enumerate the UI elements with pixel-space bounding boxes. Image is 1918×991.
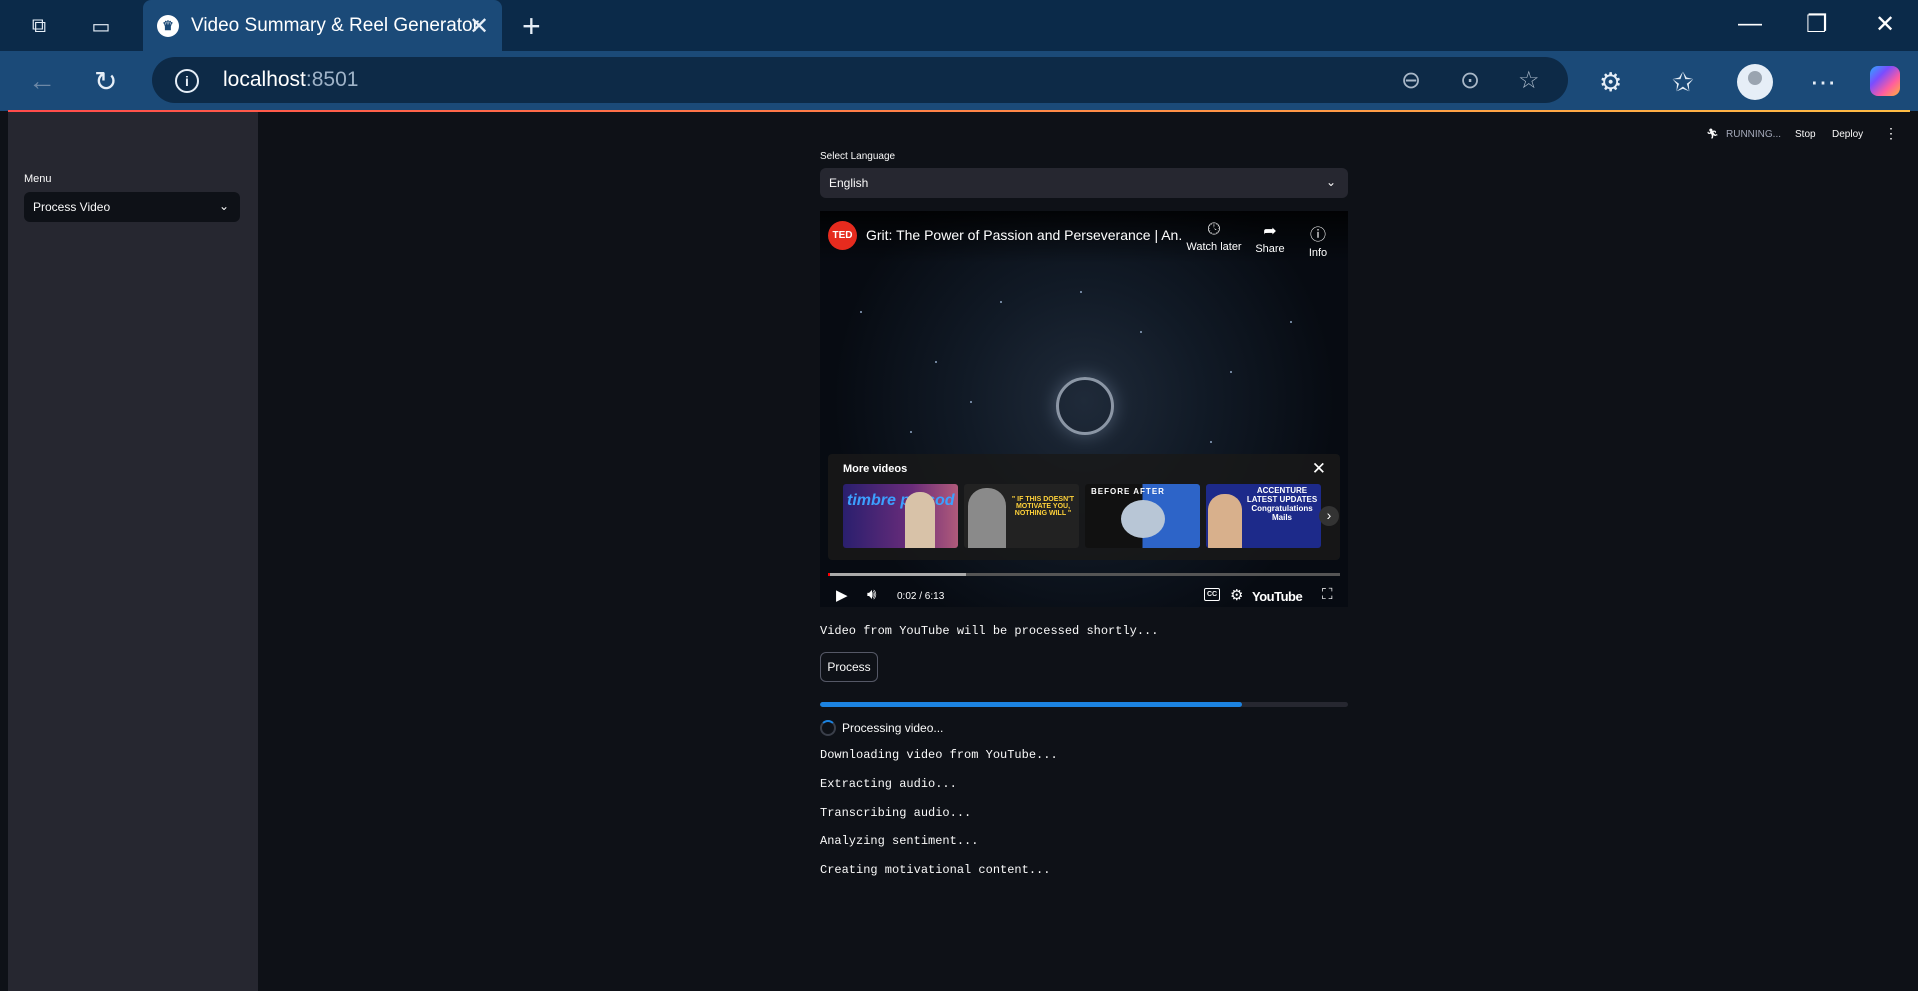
browser-toolbar: ← ↻ i localhost:8501 ⊖ ⊙ ☆ <box>0 51 1918 111</box>
language-label: Select Language <box>820 151 896 162</box>
share-icon: ➦ <box>1263 223 1277 240</box>
menu-select-value: Process Video <box>33 200 111 214</box>
spinner-text: Processing video... <box>842 721 944 735</box>
ted-channel-logo[interactable]: TED <box>828 221 857 250</box>
chevron-down-icon: ⌄ <box>218 199 229 213</box>
browser-tab[interactable]: ♛ Video Summary & Reel Generator ✕ <box>143 0 502 51</box>
clock-icon: 🕓︎ <box>1207 221 1221 238</box>
volume-icon[interactable]: 🔊︎ <box>867 586 876 603</box>
minimize-icon[interactable]: — <box>1738 10 1762 38</box>
menu-select[interactable]: Process Video ⌄ <box>24 192 240 222</box>
play-icon[interactable]: ▶ <box>836 586 848 604</box>
video-played <box>828 573 831 576</box>
log-line: Transcribing audio... <box>820 806 972 820</box>
process-button[interactable]: Process <box>820 652 878 682</box>
share-button[interactable]: ➦ Share <box>1248 221 1292 255</box>
language-select-value: English <box>829 176 869 190</box>
video-buffered <box>828 573 967 576</box>
log-line: Downloading video from YouTube... <box>820 748 1058 762</box>
video-thumbnail[interactable]: timbre prosod <box>843 484 958 548</box>
favorite-star-icon[interactable]: ☆ <box>1518 66 1540 95</box>
stop-button[interactable]: Stop <box>1795 129 1816 140</box>
video-progress-bar[interactable] <box>828 573 1340 576</box>
refresh-icon[interactable]: ↻ <box>94 65 117 98</box>
sidebar: Menu Process Video ⌄ <box>8 112 258 991</box>
more-videos-title: More videos <box>843 463 908 475</box>
close-icon[interactable]: ✕ <box>1312 459 1326 479</box>
info-button[interactable]: ⓘ Info <box>1298 221 1338 259</box>
deploy-button[interactable]: Deploy <box>1832 129 1863 140</box>
language-select[interactable]: English ⌄ <box>820 168 1348 198</box>
settings-gear-icon[interactable]: ⚙ <box>1230 586 1243 604</box>
fullscreen-icon[interactable]: ⛶ <box>1322 586 1333 603</box>
streamlit-favicon-icon: ♛ <box>157 15 179 37</box>
more-menu-icon[interactable]: ⋯ <box>1810 67 1836 98</box>
progress-bar-fill <box>820 702 1243 707</box>
youtube-embed[interactable]: TED Grit: The Power of Passion and Perse… <box>820 211 1348 607</box>
video-title[interactable]: Grit: The Power of Passion and Persevera… <box>866 227 1181 243</box>
read-aloud-icon[interactable]: ⊙ <box>1460 66 1480 95</box>
chevron-down-icon: ⌄ <box>1325 175 1336 189</box>
progress-bar <box>820 702 1348 707</box>
url-text[interactable]: localhost:8501 <box>223 68 358 92</box>
address-bar[interactable]: i localhost:8501 ⊖ ⊙ ☆ <box>152 57 1568 103</box>
spinner-icon <box>820 720 836 736</box>
log-line: Extracting audio... <box>820 777 957 791</box>
workspaces-icon[interactable]: ⧉ <box>26 13 52 39</box>
vertical-tabs-icon[interactable]: ▭ <box>88 13 114 39</box>
extensions-icon[interactable]: ⚙ <box>1599 67 1622 98</box>
streamlit-app: Menu Process Video ⌄ 🏃︎ RUNNING... Stop … <box>8 112 1910 991</box>
restore-icon[interactable]: ❐ <box>1806 10 1828 39</box>
running-icon: 🏃︎ <box>1706 129 1719 140</box>
video-thumbnail[interactable]: BEFORE AFTER <box>1085 484 1200 548</box>
globe-graphic <box>1056 377 1114 435</box>
info-icon: ⓘ <box>1309 227 1326 244</box>
zoom-out-icon[interactable]: ⊖ <box>1401 66 1421 95</box>
new-tab-icon[interactable]: + <box>522 8 541 45</box>
captions-icon[interactable]: CC <box>1204 588 1220 601</box>
watch-later-button[interactable]: 🕓︎ Watch later <box>1184 221 1244 253</box>
favorites-icon[interactable]: ✩ <box>1672 67 1694 98</box>
close-window-icon[interactable]: ✕ <box>1875 10 1895 39</box>
profile-avatar[interactable] <box>1737 64 1773 100</box>
video-time: 0:02 / 6:13 <box>897 591 945 602</box>
tab-title: Video Summary & Reel Generator <box>191 15 479 36</box>
menu-label: Menu <box>24 173 52 185</box>
video-thumbnail[interactable]: ACCENTURE LATEST UPDATES Congratulations… <box>1206 484 1321 548</box>
main-menu-icon[interactable]: ⋮ <box>1884 125 1898 142</box>
chevron-right-icon[interactable]: › <box>1319 506 1339 526</box>
video-header: TED Grit: The Power of Passion and Perse… <box>820 211 1348 263</box>
log-line: Creating motivational content... <box>820 863 1051 877</box>
back-icon[interactable]: ← <box>28 65 56 97</box>
browser-titlebar: ⧉ ▭ ♛ Video Summary & Reel Generator ✕ +… <box>0 0 1918 51</box>
log-line: Analyzing sentiment... <box>820 834 979 848</box>
video-thumbnail[interactable]: " IF THIS DOESN'T MOTIVATE YOU, NOTHING … <box>964 484 1079 548</box>
info-message: Video from YouTube will be processed sho… <box>820 624 1159 638</box>
close-tab-icon[interactable]: ✕ <box>469 12 489 41</box>
youtube-logo[interactable]: YouTube <box>1252 589 1303 604</box>
site-info-icon[interactable]: i <box>175 69 199 93</box>
copilot-icon[interactable] <box>1870 66 1900 96</box>
more-videos-panel: More videos ✕ timbre prosod " IF THIS DO… <box>828 454 1340 560</box>
running-status: RUNNING... <box>1726 129 1781 140</box>
